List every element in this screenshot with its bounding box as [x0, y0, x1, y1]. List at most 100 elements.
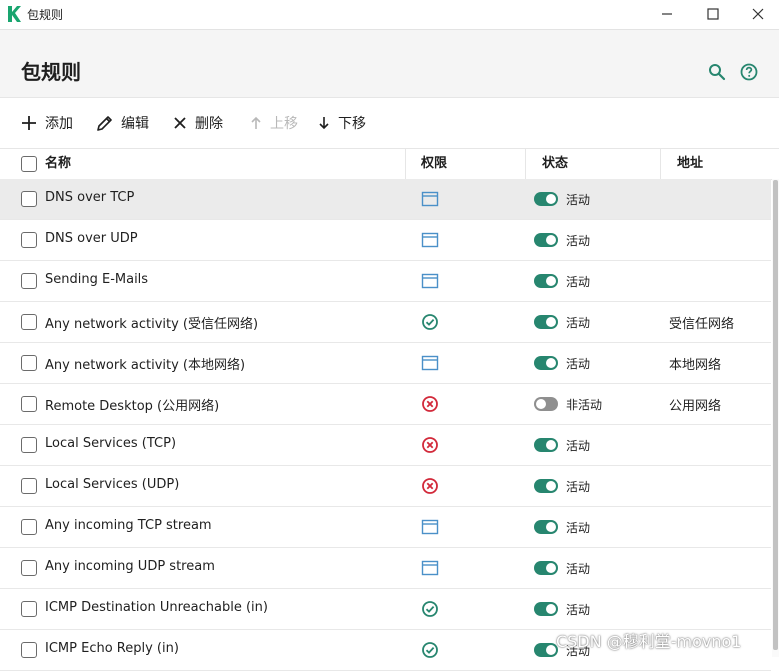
table-row[interactable]: DNS over UDP 活动	[0, 220, 771, 261]
row-checkbox[interactable]	[21, 437, 37, 453]
row-checkbox[interactable]	[21, 355, 37, 371]
status-toggle[interactable]	[534, 479, 558, 493]
row-checkbox[interactable]	[21, 191, 37, 207]
status-toggle[interactable]	[534, 192, 558, 206]
rule-name: Any network activity (受信任网络)	[45, 317, 259, 332]
status-toggle[interactable]	[534, 274, 558, 288]
status-toggle[interactable]	[534, 315, 558, 329]
status-toggle[interactable]	[534, 438, 558, 452]
column-header-name[interactable]: 名称	[45, 149, 71, 179]
row-checkbox[interactable]	[21, 232, 37, 248]
block-x-icon	[422, 396, 438, 412]
permission-icon[interactable]	[421, 600, 439, 618]
status-text: 活动	[566, 357, 591, 371]
status-text: 非活动	[566, 398, 603, 412]
move-down-label: 下移	[338, 116, 366, 132]
help-icon[interactable]	[740, 63, 758, 81]
title-bar: 包规则	[0, 0, 779, 28]
arrow-down-icon	[319, 117, 329, 130]
permission-icon[interactable]	[421, 190, 439, 208]
maximize-icon	[707, 8, 719, 20]
status-toggle[interactable]	[534, 356, 558, 370]
maximize-button[interactable]	[690, 0, 736, 28]
table-row[interactable]: Any network activity (受信任网络) 活动 受信任网络	[0, 302, 771, 343]
table-row[interactable]: Local Services (UDP) 活动	[0, 466, 771, 507]
table-row[interactable]: Sending E-Mails 活动	[0, 261, 771, 302]
permission-icon[interactable]	[421, 477, 439, 495]
table-row[interactable]: Any incoming UDP stream 活动	[0, 548, 771, 589]
page-title: 包规则	[21, 60, 81, 84]
row-checkbox[interactable]	[21, 273, 37, 289]
permission-icon[interactable]	[421, 559, 439, 577]
column-header-permission[interactable]: 权限	[421, 149, 447, 179]
row-checkbox[interactable]	[21, 560, 37, 576]
plus-icon	[22, 116, 36, 130]
application-window-icon	[421, 273, 439, 289]
move-up-button[interactable]: 上移	[250, 112, 298, 134]
status-toggle[interactable]	[534, 397, 558, 411]
rule-name: DNS over UDP	[45, 231, 138, 246]
address-text: 本地网络	[669, 358, 722, 373]
table-row[interactable]: Local Services (TCP) 活动	[0, 425, 771, 466]
rule-name: ICMP Destination Unreachable (in)	[45, 600, 268, 615]
allow-check-icon	[422, 314, 438, 330]
table-row[interactable]: ICMP Destination Unreachable (in) 活动	[0, 589, 771, 630]
status-toggle[interactable]	[534, 520, 558, 534]
edit-button[interactable]: 编辑	[96, 112, 149, 134]
kaspersky-logo-icon	[8, 6, 21, 22]
address-text: 受信任网络	[669, 317, 735, 332]
permission-icon[interactable]	[421, 272, 439, 290]
permission-icon[interactable]	[421, 354, 439, 372]
table-row[interactable]: DNS over TCP 活动	[0, 179, 771, 220]
minimize-button[interactable]	[644, 0, 690, 28]
delete-button[interactable]: 删除	[173, 112, 223, 134]
column-divider[interactable]	[525, 149, 526, 179]
watermark-text: CSDN @穆利堂-movno1	[556, 632, 742, 651]
permission-icon[interactable]	[421, 436, 439, 454]
table-row[interactable]: Any network activity (本地网络) 活动 本地网络	[0, 343, 771, 384]
status-text: 活动	[566, 275, 591, 289]
allow-check-icon	[422, 642, 438, 658]
status-toggle[interactable]	[534, 602, 558, 616]
application-window-icon	[421, 232, 439, 248]
table-row[interactable]: Any incoming TCP stream 活动	[0, 507, 771, 548]
permission-icon[interactable]	[421, 395, 439, 413]
row-checkbox[interactable]	[21, 396, 37, 412]
add-button[interactable]: 添加	[21, 112, 73, 134]
column-header-status[interactable]: 状态	[542, 149, 568, 179]
row-checkbox[interactable]	[21, 314, 37, 330]
search-icon[interactable]	[708, 63, 726, 81]
edit-label: 编辑	[121, 116, 149, 132]
row-checkbox[interactable]	[21, 601, 37, 617]
row-checkbox[interactable]	[21, 478, 37, 494]
status-text: 活动	[566, 316, 591, 330]
select-all-checkbox[interactable]	[21, 156, 37, 172]
rule-name: Remote Desktop (公用网络)	[45, 399, 220, 414]
application-window-icon	[421, 191, 439, 207]
permission-icon[interactable]	[421, 641, 439, 659]
row-checkbox[interactable]	[21, 642, 37, 658]
close-icon	[752, 8, 764, 20]
column-divider[interactable]	[405, 149, 406, 179]
status-text: 活动	[566, 521, 591, 535]
scrollbar-thumb[interactable]	[773, 180, 778, 650]
permission-icon[interactable]	[421, 518, 439, 536]
pencil-icon	[97, 115, 112, 131]
status-text: 活动	[566, 480, 591, 494]
move-down-button[interactable]: 下移	[318, 112, 366, 134]
address-text: 公用网络	[669, 399, 722, 414]
close-button[interactable]	[735, 0, 779, 28]
status-toggle[interactable]	[534, 561, 558, 575]
permission-icon[interactable]	[421, 231, 439, 249]
table-header: 名称 权限 状态 地址	[0, 148, 779, 180]
rule-name: Any network activity (本地网络)	[45, 358, 246, 373]
permission-icon[interactable]	[421, 313, 439, 331]
row-checkbox[interactable]	[21, 519, 37, 535]
table-row[interactable]: Remote Desktop (公用网络) 非活动 公用网络	[0, 384, 771, 425]
column-header-address[interactable]: 地址	[677, 149, 703, 179]
rule-name: ICMP Echo Reply (in)	[45, 641, 179, 656]
toolbar: 添加 编辑 删除 上移 下移	[0, 97, 779, 149]
status-toggle[interactable]	[534, 643, 558, 657]
column-divider[interactable]	[660, 149, 661, 179]
status-toggle[interactable]	[534, 233, 558, 247]
